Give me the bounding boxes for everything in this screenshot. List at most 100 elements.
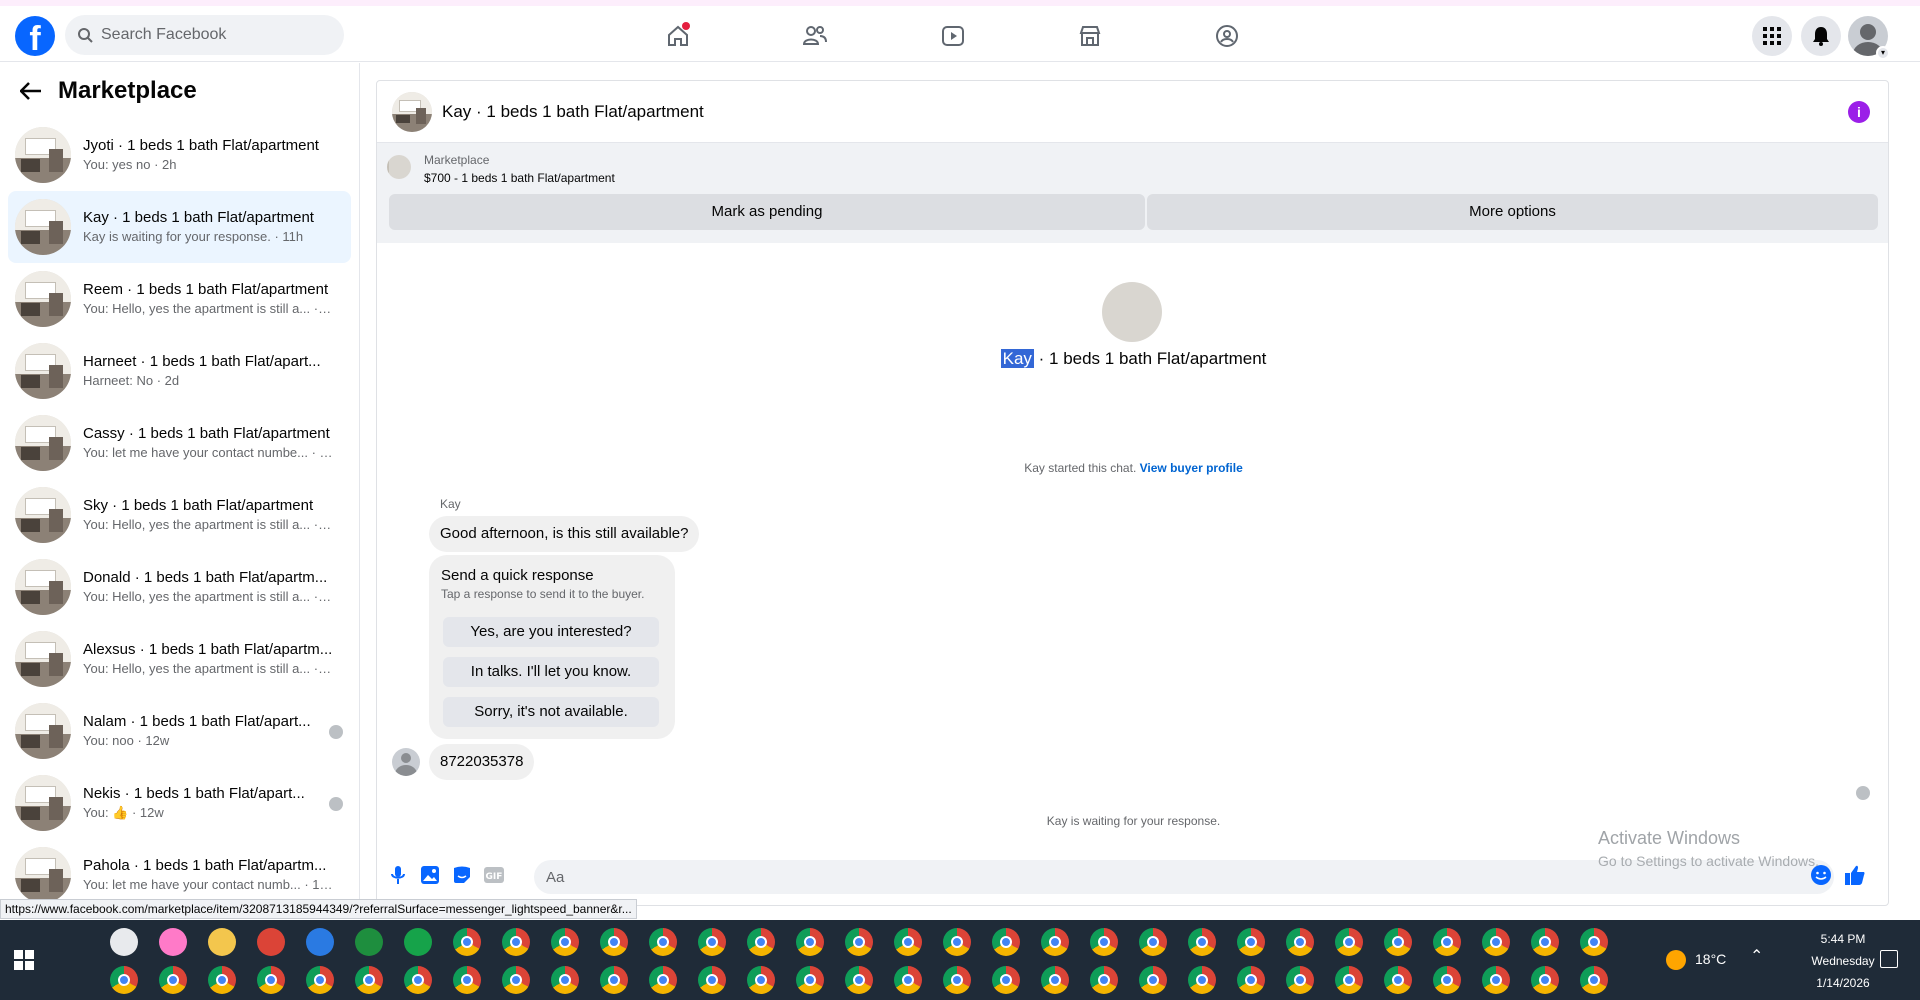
taskbar-app-icon[interactable] xyxy=(600,966,628,994)
taskbar-app-icon[interactable] xyxy=(649,928,677,956)
taskbar-app-icon[interactable] xyxy=(894,928,922,956)
taskbar-app-icon[interactable] xyxy=(1041,928,1069,956)
conversation-item[interactable]: Sky · 1 beds 1 bath Flat/apartment You: H… xyxy=(8,479,351,551)
taskbar-app-icon[interactable] xyxy=(747,966,775,994)
taskbar-app-icon[interactable] xyxy=(1041,966,1069,994)
taskbar-app-icon[interactable] xyxy=(796,966,824,994)
taskbar-app-icon[interactable] xyxy=(306,928,334,956)
conversation-item[interactable]: Donald · 1 beds 1 bath Flat/apartm... You… xyxy=(8,551,351,623)
search-box[interactable] xyxy=(65,15,344,55)
taskbar-app-icon[interactable] xyxy=(110,928,138,956)
taskbar-app-icon[interactable] xyxy=(1139,928,1167,956)
conversation-item[interactable]: Harneet · 1 beds 1 bath Flat/apart... Har… xyxy=(8,335,351,407)
taskbar-app-icon[interactable] xyxy=(1286,966,1314,994)
taskbar-app-icon[interactable] xyxy=(943,928,971,956)
taskbar-app-icon[interactable] xyxy=(1384,966,1412,994)
taskbar-app-icon[interactable] xyxy=(1433,966,1461,994)
page-scrollbar[interactable] xyxy=(1904,63,1920,910)
taskbar-app-icon[interactable] xyxy=(992,966,1020,994)
conversation-item[interactable]: Kay · 1 beds 1 bath Flat/apartment Kay is… xyxy=(8,191,351,263)
taskbar-app-icon[interactable] xyxy=(551,928,579,956)
conversation-item[interactable]: Reem · 1 beds 1 bath Flat/apartment You: … xyxy=(8,263,351,335)
taskbar-app-icon[interactable] xyxy=(159,966,187,994)
taskbar-app-icon[interactable] xyxy=(1482,966,1510,994)
taskbar-app-icon[interactable] xyxy=(747,928,775,956)
sticker-icon[interactable] xyxy=(450,863,474,887)
listing-thumbnail[interactable] xyxy=(387,155,411,179)
temperature[interactable]: 18°C xyxy=(1695,951,1726,967)
back-arrow-icon[interactable] xyxy=(20,78,46,104)
taskbar-app-icon[interactable] xyxy=(600,928,628,956)
chevron-down-icon[interactable]: ▾ xyxy=(1876,46,1890,60)
weather-icon[interactable] xyxy=(1666,950,1686,970)
taskbar-app-icon[interactable] xyxy=(1286,928,1314,956)
message-bubble[interactable]: Good afternoon, is this still available? xyxy=(429,516,700,552)
taskbar-app-icon[interactable] xyxy=(894,966,922,994)
taskbar-app-icon[interactable] xyxy=(698,966,726,994)
taskbar-app-icon[interactable] xyxy=(1335,928,1363,956)
quick-response-not-available-button[interactable]: Sorry, it's not available. xyxy=(443,697,659,727)
taskbar-app-icon[interactable] xyxy=(698,928,726,956)
taskbar-app-icon[interactable] xyxy=(110,966,138,994)
taskbar-app-icon[interactable] xyxy=(355,928,383,956)
quick-response-in-talks-button[interactable]: In talks. I'll let you know. xyxy=(443,657,659,687)
thumbs-up-icon[interactable] xyxy=(1843,863,1867,887)
taskbar-app-icon[interactable] xyxy=(1384,928,1412,956)
taskbar-app-icon[interactable] xyxy=(453,928,481,956)
quick-response-yes-button[interactable]: Yes, are you interested? xyxy=(443,617,659,647)
taskbar-app-icon[interactable] xyxy=(1531,928,1559,956)
photo-icon[interactable] xyxy=(418,863,442,887)
taskbar-app-icon[interactable] xyxy=(355,966,383,994)
marketplace-icon[interactable] xyxy=(1074,20,1106,52)
taskbar-app-icon[interactable] xyxy=(257,966,285,994)
taskbar-app-icon[interactable] xyxy=(1482,928,1510,956)
tray-chevron-up-icon[interactable]: ⌃ xyxy=(1750,946,1763,966)
chat-title[interactable]: Kay · 1 beds 1 bath Flat/apartment xyxy=(442,102,704,122)
taskbar-app-icon[interactable] xyxy=(1188,966,1216,994)
taskbar-app-icon[interactable] xyxy=(502,966,530,994)
groups-icon[interactable] xyxy=(1211,20,1243,52)
info-icon[interactable]: i xyxy=(1848,101,1870,123)
taskbar-app-icon[interactable] xyxy=(845,966,873,994)
search-input[interactable] xyxy=(101,26,321,44)
video-icon[interactable] xyxy=(937,20,969,52)
taskbar-app-icon[interactable] xyxy=(1090,966,1118,994)
taskbar-app-icon[interactable] xyxy=(943,966,971,994)
taskbar-app-icon[interactable] xyxy=(992,928,1020,956)
taskbar-app-icon[interactable] xyxy=(1139,966,1167,994)
buyer-avatar[interactable] xyxy=(392,748,420,776)
conversation-item[interactable]: Alexsus · 1 beds 1 bath Flat/apartm... Yo… xyxy=(8,623,351,695)
facebook-logo[interactable]: f xyxy=(15,16,55,56)
taskbar-app-icon[interactable] xyxy=(551,966,579,994)
taskbar-app-icon[interactable] xyxy=(208,928,236,956)
taskbar-app-icon[interactable] xyxy=(1237,928,1265,956)
taskbar-app-icon[interactable] xyxy=(159,928,187,956)
conversation-item[interactable]: Nalam · 1 beds 1 bath Flat/apart... You: … xyxy=(8,695,351,767)
view-buyer-profile-link[interactable]: View buyer profile xyxy=(1140,461,1243,475)
taskbar-app-icon[interactable] xyxy=(306,966,334,994)
mark-as-pending-button[interactable]: Mark as pending xyxy=(389,194,1145,230)
taskbar-app-icon[interactable] xyxy=(1580,928,1608,956)
taskbar-app-icon[interactable] xyxy=(502,928,530,956)
more-options-button[interactable]: More options xyxy=(1147,194,1878,230)
taskbar-app-icon[interactable] xyxy=(257,928,285,956)
taskbar-app-icon[interactable] xyxy=(404,966,432,994)
taskbar-app-icon[interactable] xyxy=(1335,966,1363,994)
conversation-item[interactable]: Cassy · 1 beds 1 bath Flat/apartment You:… xyxy=(8,407,351,479)
taskbar-app-icon[interactable] xyxy=(1090,928,1118,956)
taskbar-app-icon[interactable] xyxy=(649,966,677,994)
taskbar-app-icon[interactable] xyxy=(1237,966,1265,994)
bell-icon[interactable] xyxy=(1801,16,1841,56)
listing-thumbnail[interactable] xyxy=(392,91,432,132)
taskbar-app-icon[interactable] xyxy=(453,966,481,994)
conversation-item[interactable]: Jyoti · 1 beds 1 bath Flat/apartment You:… xyxy=(8,119,351,191)
taskbar-app-icon[interactable] xyxy=(1433,928,1461,956)
taskbar-app-icon[interactable] xyxy=(796,928,824,956)
hero-listing-photo[interactable] xyxy=(1102,282,1162,342)
listing-price[interactable]: $700 - 1 beds 1 bath Flat/apartment xyxy=(424,171,615,185)
windows-start-icon[interactable] xyxy=(14,950,34,970)
taskbar-app-icon[interactable] xyxy=(845,928,873,956)
taskbar-app-icon[interactable] xyxy=(208,966,236,994)
taskbar-app-icon[interactable] xyxy=(1188,928,1216,956)
friends-icon[interactable] xyxy=(799,20,831,52)
